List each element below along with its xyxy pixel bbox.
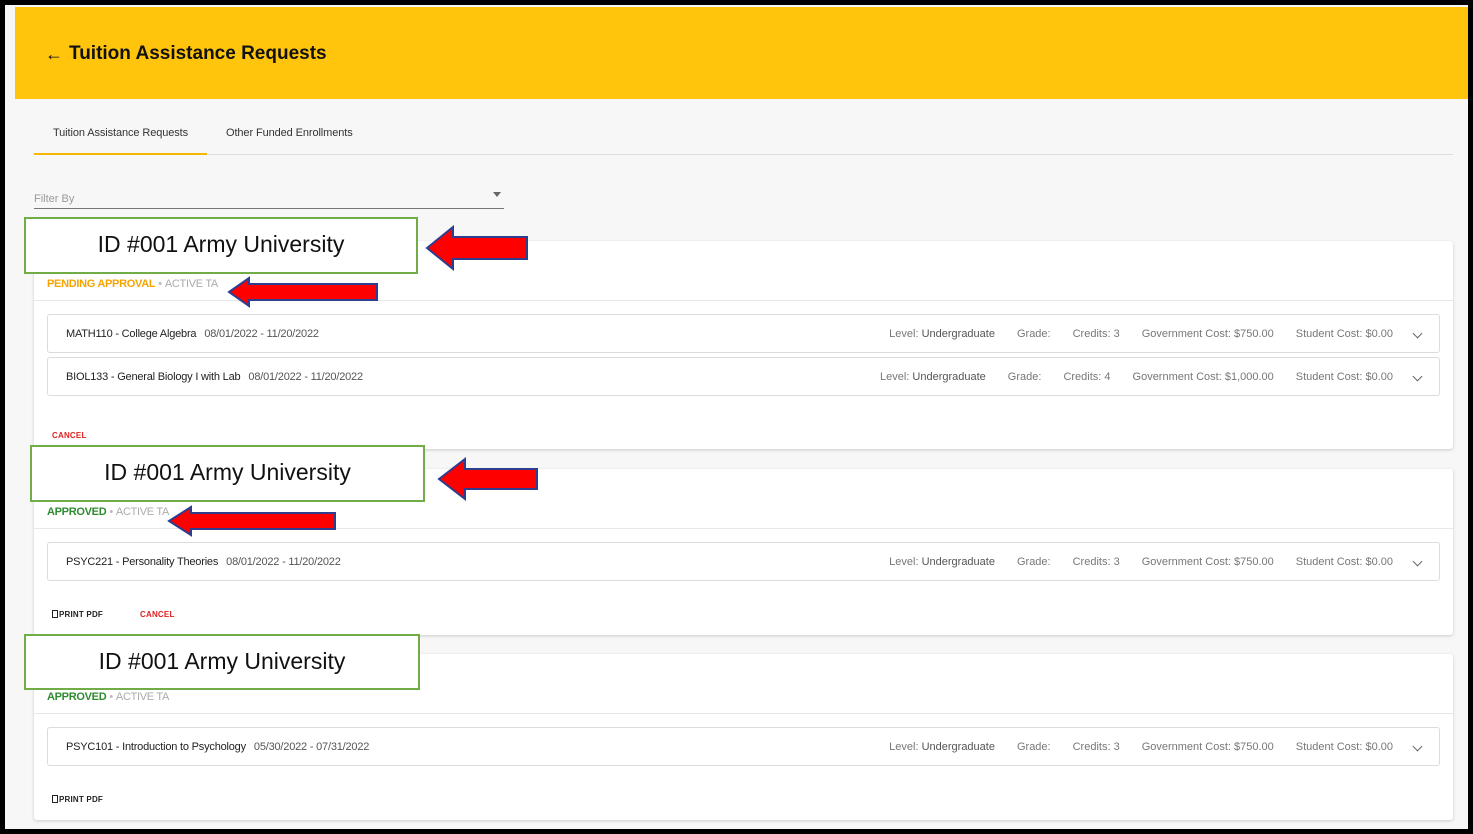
tab-tuition-assistance-requests[interactable]: Tuition Assistance Requests — [34, 127, 207, 155]
annotation-arrow-icon — [167, 505, 336, 537]
course-meta: Level: Undergraduate Grade: Credits: 3 Gove… — [845, 741, 1393, 753]
level-value: Undergraduate — [921, 328, 995, 340]
course-meta: Level: Undergraduate Grade: Credits: 4 Gove… — [836, 371, 1393, 383]
grade: Grade: — [1016, 556, 1051, 568]
student-cost: Student Cost: $0.00 — [1295, 741, 1393, 753]
app-frame: ← Tuition Assistance Requests Tuition As… — [5, 5, 1468, 829]
page-title: Tuition Assistance Requests — [69, 43, 327, 64]
course-meta: Level: Undergraduate Grade: Credits: 3 Gove… — [845, 556, 1393, 568]
filter-placeholder: Filter By — [34, 193, 75, 205]
government-cost: Government Cost: $750.00 — [1141, 556, 1274, 568]
government-cost: Government Cost: $1,000.00 — [1132, 371, 1274, 383]
course-name: BIOL133 - General Biology I with Lab — [66, 371, 241, 383]
student-cost: Student Cost: $0.00 — [1295, 328, 1393, 340]
print-pdf-button[interactable]: PRINT PDF — [52, 795, 103, 804]
status-badge: APPROVED — [47, 691, 107, 703]
course-row[interactable]: MATH110 - College Algebra 08/01/2022 - 11… — [47, 314, 1440, 353]
print-pdf-label: PRINT PDF — [59, 795, 104, 804]
status-badge: PENDING APPROVAL — [47, 278, 156, 290]
credits: Credits: 3 — [1072, 328, 1120, 340]
document-icon — [52, 610, 58, 618]
government-cost: Government Cost: $750.00 — [1141, 328, 1274, 340]
status-separator: • — [158, 278, 162, 290]
chevron-down-icon[interactable] — [1412, 371, 1423, 382]
course-name: PSYC101 - Introduction to Psychology — [66, 741, 246, 753]
request-type: ACTIVE TA — [164, 278, 218, 290]
grade: Grade: — [1007, 371, 1042, 383]
request-status: APPROVED • ACTIVE TA — [47, 506, 169, 518]
request-type: ACTIVE TA — [115, 691, 170, 703]
chevron-down-icon[interactable] — [1412, 328, 1423, 339]
level-label: Level: — [879, 371, 910, 383]
student-cost: Student Cost: $0.00 — [1295, 556, 1393, 568]
level-label: Level: — [889, 328, 919, 340]
request-status: APPROVED • ACTIVE TA — [47, 691, 169, 703]
course-dates: 08/01/2022 - 11/20/2022 — [204, 328, 319, 340]
back-button[interactable]: ← Tuition Assistance Requests — [45, 43, 327, 65]
filter-select[interactable]: Filter By — [34, 189, 504, 209]
credits: Credits: 4 — [1063, 371, 1111, 383]
course-row[interactable]: BIOL133 - General Biology I with Lab 08/0… — [47, 357, 1440, 396]
course-row[interactable]: PSYC101 - Introduction to Psychology 05/3… — [47, 727, 1440, 766]
grade: Grade: — [1016, 328, 1051, 340]
credits: Credits: 3 — [1072, 741, 1120, 753]
chevron-down-icon[interactable] — [1412, 556, 1423, 567]
level-value: Undergraduate — [921, 741, 995, 753]
app-header: ← Tuition Assistance Requests — [15, 7, 1468, 99]
back-arrow-icon: ← — [45, 43, 63, 64]
course-name: PSYC221 - Personality Theories — [66, 556, 219, 568]
tab-other-funded-enrollments[interactable]: Other Funded Enrollments — [226, 127, 353, 139]
status-separator: • — [109, 506, 113, 518]
course-row[interactable]: PSYC221 - Personality Theories 08/01/2022… — [47, 542, 1440, 581]
level-label: Level: — [889, 741, 919, 753]
status-badge: APPROVED — [47, 506, 107, 518]
request-status: PENDING APPROVAL • ACTIVE TA — [47, 278, 218, 290]
annotation-arrow-icon — [425, 225, 528, 271]
course-name: MATH110 - College Algebra — [66, 328, 197, 340]
annotation-arrow-icon — [437, 457, 538, 501]
tab-bar: Tuition Assistance Requests Other Funded… — [34, 117, 1453, 155]
print-pdf-button[interactable]: PRINT PDF — [52, 610, 103, 619]
caret-down-icon — [493, 192, 501, 197]
course-meta: Level: Undergraduate Grade: Credits: 3 Gove… — [845, 328, 1393, 340]
annotation-id-box: ID #001 Army University — [24, 217, 418, 274]
student-cost: Student Cost: $0.00 — [1295, 371, 1393, 383]
cancel-button[interactable]: CANCEL — [52, 431, 87, 440]
request-type: ACTIVE TA — [115, 506, 170, 518]
government-cost: Government Cost: $750.00 — [1141, 741, 1274, 753]
print-pdf-label: PRINT PDF — [59, 610, 104, 619]
level-value: Undergraduate — [912, 371, 986, 383]
level-label: Level: — [889, 556, 919, 568]
chevron-down-icon[interactable] — [1412, 741, 1423, 752]
status-separator: • — [109, 691, 113, 703]
grade: Grade: — [1016, 741, 1051, 753]
course-dates: 08/01/2022 - 11/20/2022 — [226, 556, 341, 568]
credits: Credits: 3 — [1072, 556, 1120, 568]
course-dates: 08/01/2022 - 11/20/2022 — [248, 371, 363, 383]
annotation-id-box: ID #001 Army University — [30, 445, 425, 502]
annotation-id-box: ID #001 Army University — [24, 634, 420, 690]
annotation-arrow-icon — [227, 276, 378, 308]
course-dates: 05/30/2022 - 07/31/2022 — [253, 741, 370, 753]
level-value: Undergraduate — [921, 556, 995, 568]
cancel-button[interactable]: CANCEL — [140, 610, 175, 619]
document-icon — [52, 795, 58, 803]
